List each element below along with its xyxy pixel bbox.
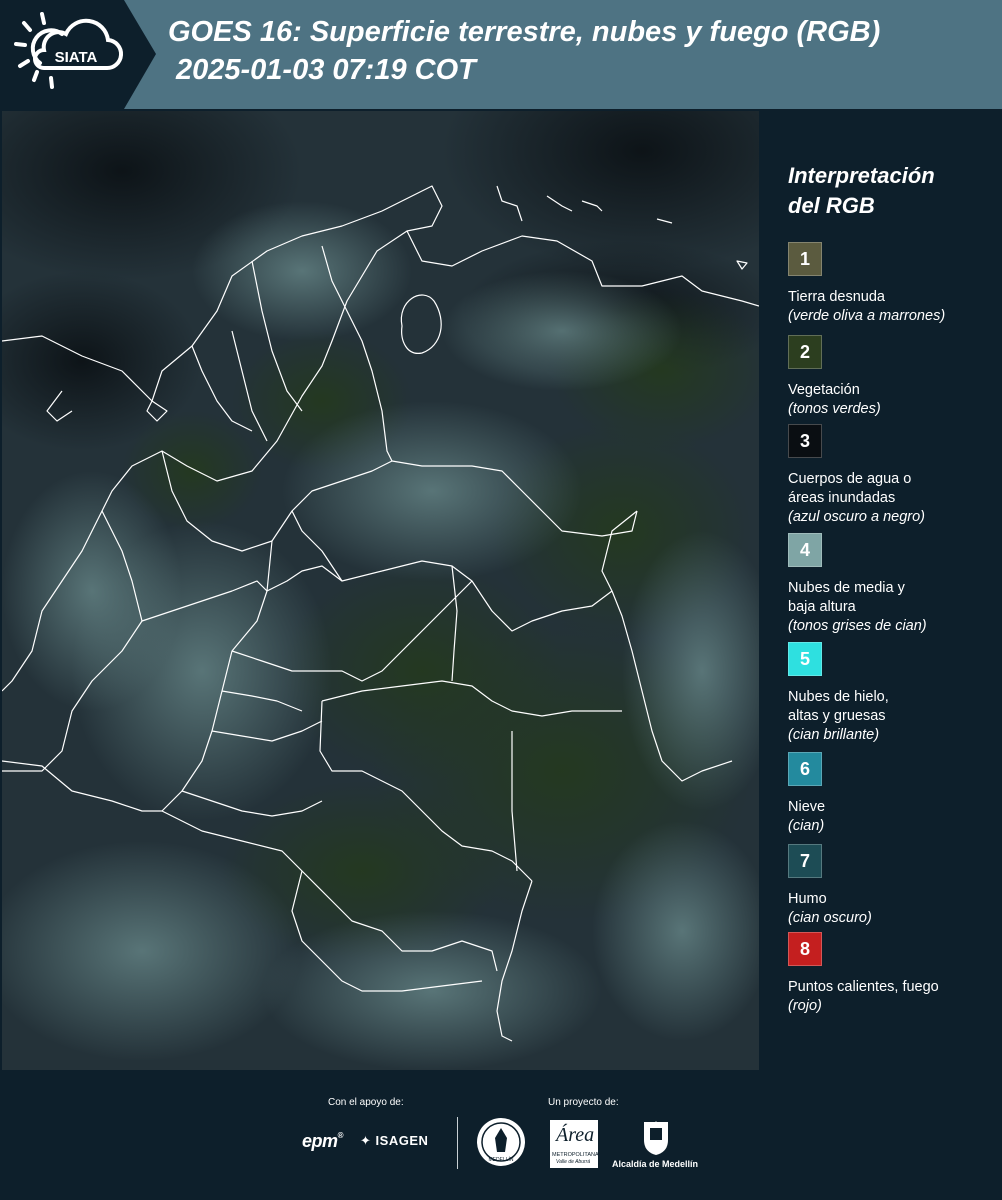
legend-label: Vegetación [788,382,860,398]
legend-note: (cian brillante) [788,727,880,743]
legend-item: 8 Puntos calientes, fuego (rojo) [788,932,998,1016]
legend-item: 4 Nubes de media y baja altura (tonos grise… [788,533,998,636]
isagen-logo-text: ISAGEN [375,1133,429,1148]
legend-item: 5 Nubes de hielo, altas y gruesas (cian bri… [788,642,998,745]
area-logo-line1: METROPOLITANA [552,1152,599,1158]
title-timestamp: 2025-01-03 07:19 COT [176,54,476,86]
medellin-shield-icon [644,1121,668,1155]
area-logo-script: Área [556,1124,595,1146]
legend-swatch: 3 [788,424,822,458]
alcaldia-logo-text: Alcaldía de Medellín [612,1159,699,1169]
satellite-map-image [2,111,759,1070]
title-line1: GOES 16: Superficie terrestre, nubes y f… [168,16,881,48]
legend-item: 7 Humo (cian oscuro) [788,844,998,928]
isagen-logo: ✦ ISAGEN [360,1133,428,1149]
legend-description: Cuerpos de agua o áreas inundadas (azul os… [788,470,998,527]
legend-item: 3 Cuerpos de agua o áreas inundadas (azul o… [788,424,998,527]
legend-swatch: 7 [788,844,822,878]
legend-description: Humo (cian oscuro) [788,890,998,928]
legend-swatch: 2 [788,335,822,369]
epm-logo-text: epm [302,1131,338,1151]
rgb-legend-panel: Interpretación del RGB 1 Tierra desnuda (v… [760,109,1002,1070]
legend-label: Cuerpos de agua o [788,471,912,487]
siata-logo-text: SIATA [55,49,98,66]
legend-label: Nubes de hielo, [788,689,889,705]
project-label: Un proyecto de: [548,1097,619,1108]
footer-divider [457,1117,458,1169]
legend-note: (cian) [788,818,825,834]
isagen-mark-icon: ✦ [360,1133,372,1148]
legend-note: (tonos verdes) [788,401,881,417]
legend-note: (azul oscuro a negro) [788,509,926,525]
area-logo-line2: Valle de Aburrá [556,1159,591,1165]
legend-label: baja altura [788,599,856,615]
legend-label: altas y gruesas [788,708,886,724]
legend-swatch: 8 [788,932,822,966]
legend-title-line2: del RGB [788,193,875,218]
legend-label: Humo [788,891,827,907]
university-seal-text: MEDELLÍN [488,1156,513,1163]
legend-swatch: 1 [788,242,822,276]
footer: Con el apoyo de: Un proyecto de: epm® ✦ … [0,1070,1002,1200]
legend-label: Puntos calientes, fuego [788,979,939,995]
legend-description: Nubes de media y baja altura (tonos grises… [788,579,998,636]
legend-swatch: 5 [788,642,822,676]
legend-description: Tierra desnuda (verde oliva a marrones) [788,288,998,326]
legend-swatch: 4 [788,533,822,567]
legend-note: (rojo) [788,998,822,1014]
legend-label: Tierra desnuda [788,289,885,305]
legend-description: Nieve (cian) [788,798,998,836]
page-title: GOES 16: Superficie terrestre, nubes y f… [168,13,880,89]
siata-logo: SIATA [0,0,156,109]
legend-label: áreas inundadas [788,490,896,506]
legend-label: Nubes de media y [788,580,905,596]
satellite-map [2,111,759,1070]
legend-title-line1: Interpretación [788,163,935,188]
legend-note: (verde oliva a marrones) [788,308,946,324]
legend-swatch: 6 [788,752,822,786]
legend-description: Puntos calientes, fuego (rojo) [788,978,998,1016]
legend-item: 1 Tierra desnuda (verde oliva a marrones) [788,242,998,326]
legend-note: (tonos grises de cian) [788,618,927,634]
epm-logo: epm® [302,1131,343,1152]
area-metropolitana-logo: Área METROPOLITANA Valle de Aburrá [550,1120,599,1168]
registered-mark: ® [337,1131,344,1140]
support-label: Con el apoyo de: [328,1097,404,1108]
legend-description: Vegetación (tonos verdes) [788,381,998,419]
siata-logo-icon: SIATA [14,12,124,89]
legend-title: Interpretación del RGB [788,161,935,221]
header-bar: SIATA GOES 16: Superficie terrestre, nub… [0,0,1002,109]
university-seal-icon: MEDELLÍN [477,1118,525,1166]
legend-item: 6 Nieve (cian) [788,752,998,836]
legend-label: Nieve [788,799,826,815]
legend-note: (cian oscuro) [788,910,872,926]
legend-item: 2 Vegetación (tonos verdes) [788,335,998,419]
legend-description: Nubes de hielo, altas y gruesas (cian bril… [788,688,998,745]
